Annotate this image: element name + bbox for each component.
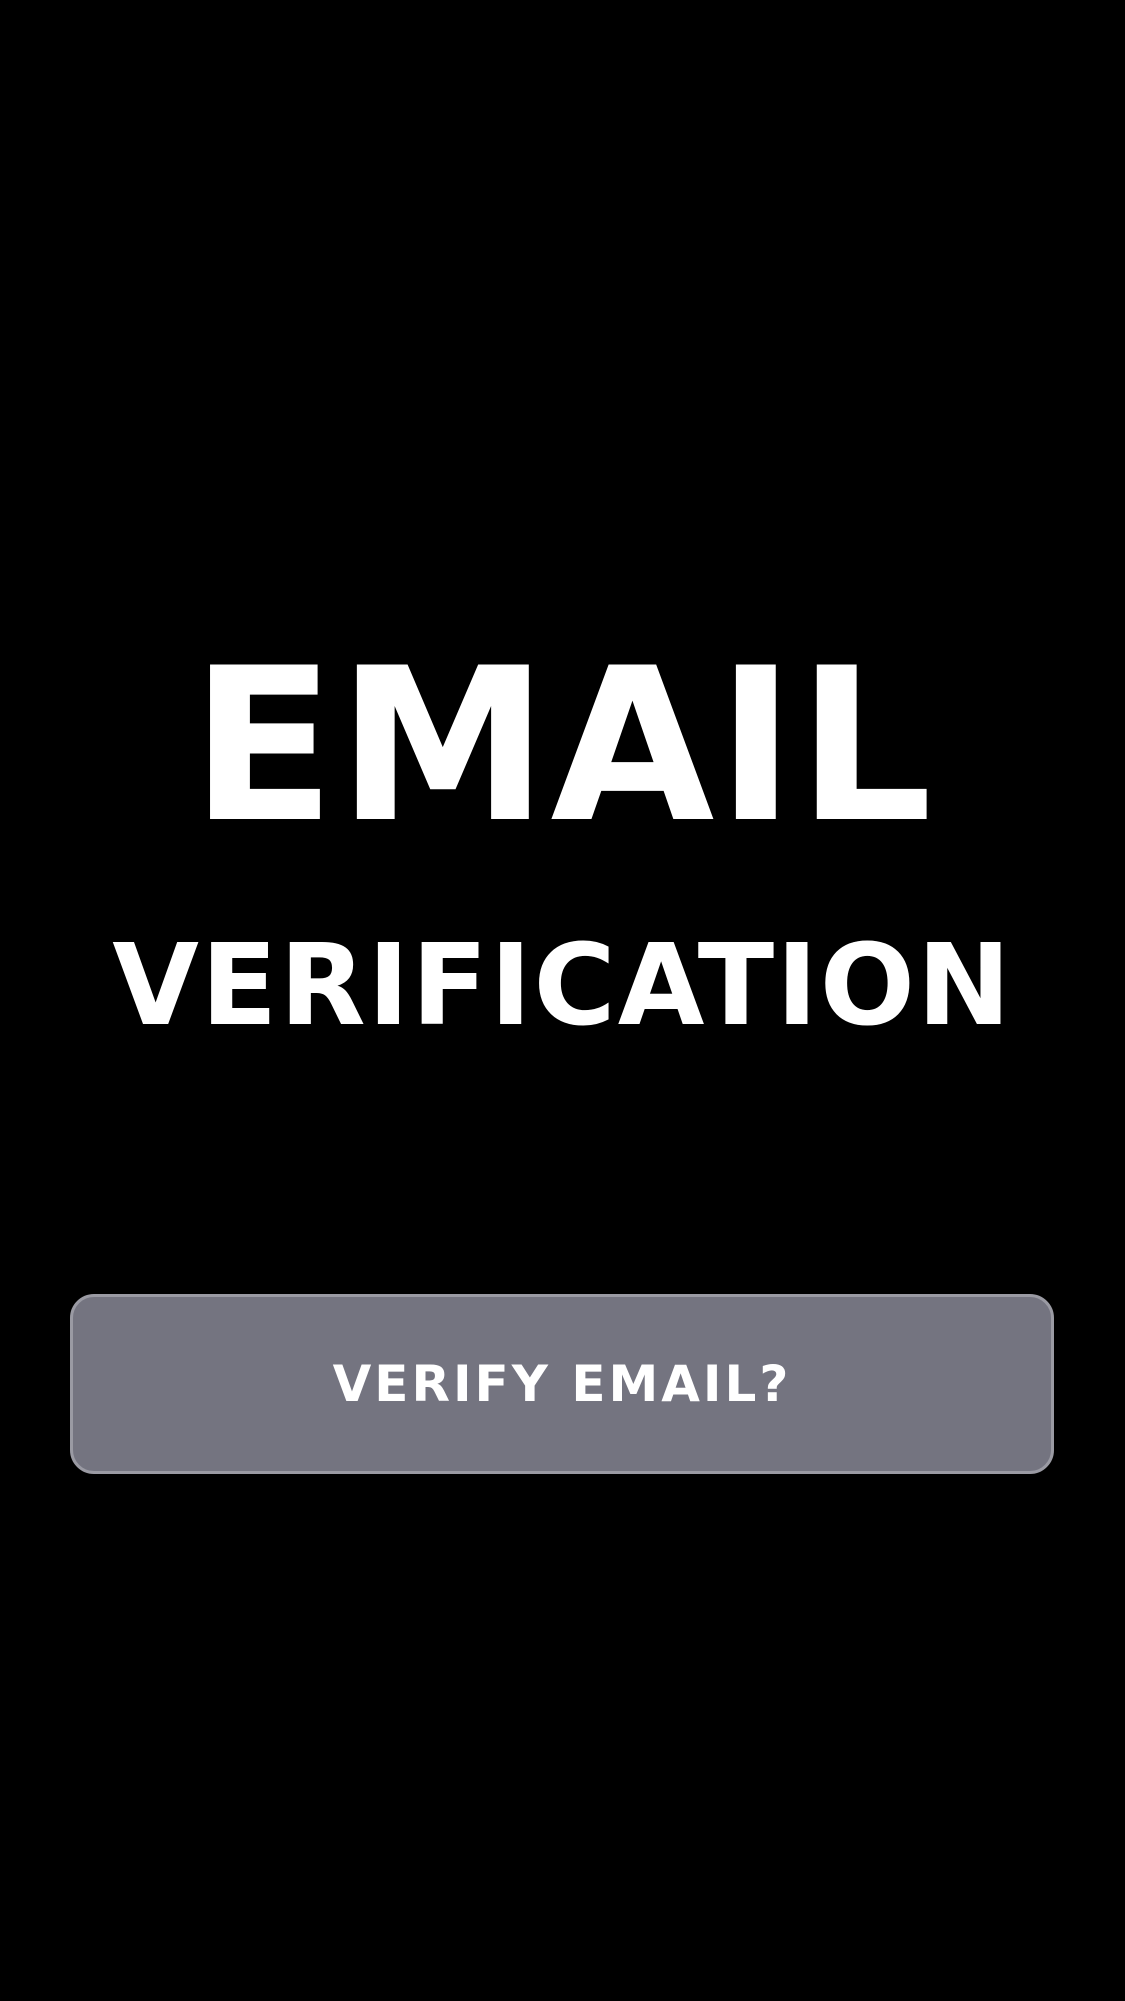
title-email: EMAIL [190, 622, 935, 869]
verify-email-button-label: VERIFY EMAIL? [332, 1355, 792, 1413]
page-title: EMAIL VERIFICATION [0, 622, 1125, 1051]
email-verification-screen: EMAIL VERIFICATION VERIFY EMAIL? [0, 0, 1125, 2001]
title-verification: VERIFICATION [112, 921, 1013, 1051]
verify-email-button[interactable]: VERIFY EMAIL? [70, 1294, 1054, 1474]
